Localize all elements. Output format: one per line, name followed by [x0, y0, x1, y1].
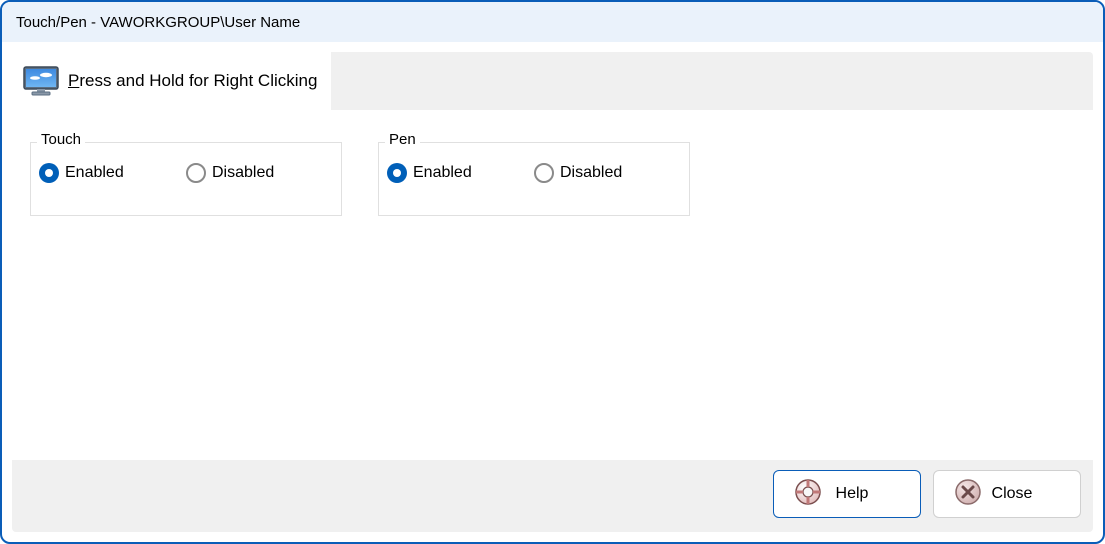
radio-label: Disabled	[212, 164, 274, 182]
radio-label: Enabled	[65, 164, 124, 182]
title-bar: Touch/Pen - VAWORKGROUP\User Name	[2, 2, 1103, 42]
help-button[interactable]: Help	[773, 470, 921, 518]
group-touch: Touch Enabled Disabled	[30, 142, 342, 216]
group-pen: Pen Enabled Disabled	[378, 142, 690, 216]
radio-label: Disabled	[560, 164, 622, 182]
tab-content: Touch Enabled Disabled Pen	[12, 110, 1093, 460]
close-circle-icon	[954, 478, 982, 511]
tab-strip: Press and Hold for Right Clicking	[12, 52, 1093, 110]
monitor-icon	[22, 65, 60, 97]
dialog-body: Press and Hold for Right Clicking Touch …	[12, 52, 1093, 532]
radio-unchecked-icon	[534, 163, 554, 183]
radio-checked-icon	[387, 163, 407, 183]
radio-label: Enabled	[413, 164, 472, 182]
radio-pen-enabled[interactable]: Enabled	[387, 163, 534, 183]
group-pen-radios: Enabled Disabled	[379, 143, 689, 183]
radio-pen-disabled[interactable]: Disabled	[534, 163, 681, 183]
close-button[interactable]: Close	[933, 470, 1081, 518]
group-touch-legend: Touch	[37, 131, 85, 148]
radio-unchecked-icon	[186, 163, 206, 183]
group-row: Touch Enabled Disabled Pen	[30, 132, 1075, 216]
group-pen-legend: Pen	[385, 131, 420, 148]
tab-press-and-hold[interactable]: Press and Hold for Right Clicking	[12, 52, 331, 110]
dialog-footer: Help	[12, 460, 1093, 532]
window-title: Touch/Pen - VAWORKGROUP\User Name	[16, 14, 300, 31]
group-touch-radios: Enabled Disabled	[31, 143, 341, 183]
radio-checked-icon	[39, 163, 59, 183]
radio-touch-enabled[interactable]: Enabled	[39, 163, 186, 183]
radio-touch-disabled[interactable]: Disabled	[186, 163, 333, 183]
tab-label: Press and Hold for Right Clicking	[68, 71, 317, 91]
dialog-window: Touch/Pen - VAWORKGROUP\User Name	[0, 0, 1105, 544]
lifebuoy-icon	[794, 478, 822, 511]
